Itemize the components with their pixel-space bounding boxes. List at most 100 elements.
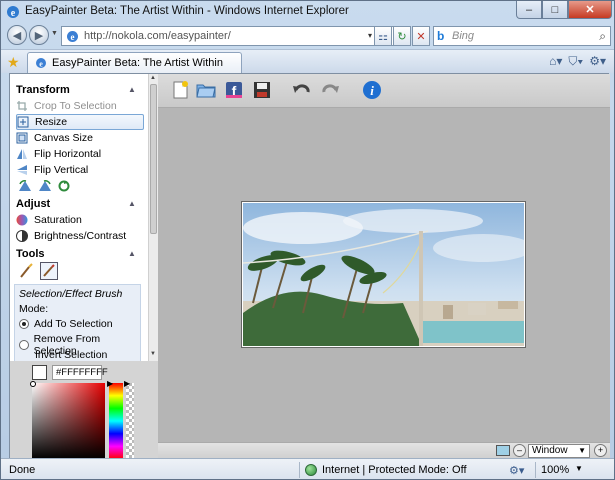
- favorites-star-icon[interactable]: ★: [7, 54, 20, 71]
- svg-text:i: i: [370, 83, 374, 98]
- flip-vertical-icon: [17, 165, 27, 175]
- brush-title: Selection/Effect Brush: [19, 288, 123, 300]
- browser-window: e EasyPainter Beta: The Artist Within - …: [0, 0, 615, 480]
- brush-mode-label: Mode:: [19, 303, 49, 315]
- alpha-marker-icon[interactable]: ▶: [124, 379, 130, 388]
- rotate-buttons: [18, 180, 70, 192]
- radio-checked-icon: [19, 319, 29, 329]
- zoom-out-icon[interactable]: –: [513, 444, 526, 457]
- tab-page-icon: e: [36, 58, 46, 69]
- page-content: Transform ▲ Crop To Selection Resize Can…: [9, 73, 610, 459]
- protection-icon[interactable]: ⚙▾: [509, 464, 524, 477]
- search-box[interactable]: b Bing ⌕: [433, 26, 611, 46]
- search-icon[interactable]: ⌕: [599, 29, 606, 44]
- ie-logo-icon: e: [7, 6, 19, 19]
- forward-button[interactable]: ▶: [29, 25, 49, 45]
- rotate-custom-icon[interactable]: [58, 180, 70, 192]
- collapse-transform-icon[interactable]: ▲: [128, 85, 136, 94]
- caption-buttons: – □ ✕: [516, 1, 612, 19]
- search-placeholder: Bing: [452, 30, 475, 42]
- brightness-contrast-item[interactable]: Brightness/Contrast: [16, 228, 144, 244]
- page-menu-icon[interactable]: ⌂▾: [549, 54, 562, 69]
- saturation-item[interactable]: Saturation: [16, 212, 144, 228]
- tab-easypainter[interactable]: e EasyPainter Beta: The Artist Within: [27, 52, 242, 74]
- crop-icon: [17, 101, 27, 111]
- saturation-label: Saturation: [34, 214, 82, 226]
- flip-horizontal-label: Flip Horizontal: [34, 148, 102, 160]
- tools-panel-scrollbar[interactable]: ▲ ▼: [148, 74, 158, 361]
- color-picker-handle[interactable]: [30, 381, 36, 387]
- status-text: Done: [9, 464, 36, 476]
- zoom-in-icon[interactable]: +: [594, 444, 607, 457]
- collapse-tools-icon[interactable]: ▲: [128, 249, 136, 258]
- resize-icon: [17, 116, 29, 128]
- svg-text:e: e: [11, 8, 16, 19]
- section-transform-heading: Transform: [16, 84, 70, 96]
- scroll-up-icon[interactable]: ▲: [150, 75, 156, 81]
- safety-menu-icon[interactable]: ⛉▾: [568, 54, 583, 69]
- rotate-right-icon[interactable]: [38, 180, 52, 192]
- paint-brush-icon[interactable]: [18, 262, 36, 280]
- security-zone[interactable]: Internet | Protected Mode: Off: [305, 464, 467, 476]
- alpha-slider[interactable]: [126, 383, 134, 459]
- flip-horizontal-item[interactable]: Flip Horizontal: [16, 146, 144, 162]
- status-separator: [299, 462, 300, 478]
- editor-toolbar: f i: [158, 74, 610, 108]
- address-url: http://nokola.com/easypainter/: [84, 30, 231, 42]
- collapse-adjust-icon[interactable]: ▲: [128, 199, 136, 208]
- canvas-size-icon: [16, 132, 28, 144]
- add-to-selection-label: Add To Selection: [34, 318, 113, 330]
- address-dropdown-icon[interactable]: ▾: [368, 31, 372, 40]
- facebook-icon[interactable]: f: [224, 80, 244, 100]
- address-bar[interactable]: e http://nokola.com/easypainter/ ▾: [61, 26, 401, 46]
- saturation-value-area[interactable]: [32, 383, 105, 459]
- canvas-workarea: f i – Window ▼ +: [158, 74, 610, 459]
- invert-selection-radio[interactable]: Invert Selection: [35, 349, 107, 361]
- info-icon[interactable]: i: [362, 80, 382, 100]
- selection-brush-icon[interactable]: [40, 262, 58, 280]
- scroll-down-icon[interactable]: ▼: [150, 351, 156, 357]
- hue-slider[interactable]: [109, 383, 123, 459]
- resize-item[interactable]: Resize: [16, 114, 144, 130]
- flip-vertical-item[interactable]: Flip Vertical: [16, 162, 144, 178]
- add-to-selection-radio[interactable]: Add To Selection: [19, 318, 113, 330]
- undo-icon[interactable]: [292, 80, 312, 100]
- maximize-button[interactable]: □: [542, 1, 568, 19]
- open-folder-icon[interactable]: [196, 80, 216, 100]
- address-row: ◀ ▶ ▼ e http://nokola.com/easypainter/ ▾…: [1, 23, 614, 49]
- zoom-level[interactable]: 100%: [541, 464, 569, 476]
- crop-to-selection-item[interactable]: Crop To Selection: [16, 98, 144, 114]
- redo-icon[interactable]: [320, 80, 340, 100]
- svg-text:e: e: [71, 32, 75, 42]
- history-dropdown-icon[interactable]: ▼: [51, 30, 58, 37]
- scroll-thumb[interactable]: [150, 84, 157, 234]
- view-mode-select[interactable]: Window ▼: [528, 444, 590, 458]
- tools-menu-icon[interactable]: ⚙▾: [589, 54, 606, 69]
- back-arrow-icon: ◀: [12, 29, 22, 42]
- stop-button[interactable]: ✕: [412, 26, 430, 46]
- canvas-image[interactable]: [242, 202, 525, 347]
- resize-label: Resize: [35, 116, 68, 128]
- canvas-size-item[interactable]: Canvas Size: [16, 130, 144, 146]
- refresh-button[interactable]: ↻: [393, 26, 411, 46]
- new-image-icon[interactable]: [170, 80, 190, 100]
- svg-text:e: e: [39, 60, 43, 69]
- compatibility-view-button[interactable]: ⚏: [374, 26, 392, 46]
- save-icon[interactable]: [252, 80, 272, 100]
- tool-buttons: [18, 262, 58, 280]
- current-color-swatch[interactable]: [32, 365, 47, 380]
- tab-label: EasyPainter Beta: The Artist Within: [52, 57, 223, 69]
- saturation-icon: [16, 214, 28, 226]
- brush-options-panel: Selection/Effect Brush Mode: Add To Sele…: [14, 284, 141, 361]
- minimize-button[interactable]: –: [516, 1, 542, 19]
- rotate-left-icon[interactable]: [18, 180, 32, 192]
- back-button[interactable]: ◀: [7, 25, 27, 45]
- zoom-dropdown-icon[interactable]: ▼: [575, 464, 583, 473]
- fit-to-window-icon[interactable]: [496, 445, 510, 456]
- section-tools-heading: Tools: [16, 248, 45, 260]
- hue-marker-icon[interactable]: ▶: [107, 379, 113, 388]
- color-hex-input[interactable]: #FFFFFFFF: [52, 365, 108, 380]
- window-title: EasyPainter Beta: The Artist Within - Wi…: [25, 5, 349, 17]
- close-button[interactable]: ✕: [568, 1, 612, 19]
- tools-panel: Transform ▲ Crop To Selection Resize Can…: [10, 74, 148, 361]
